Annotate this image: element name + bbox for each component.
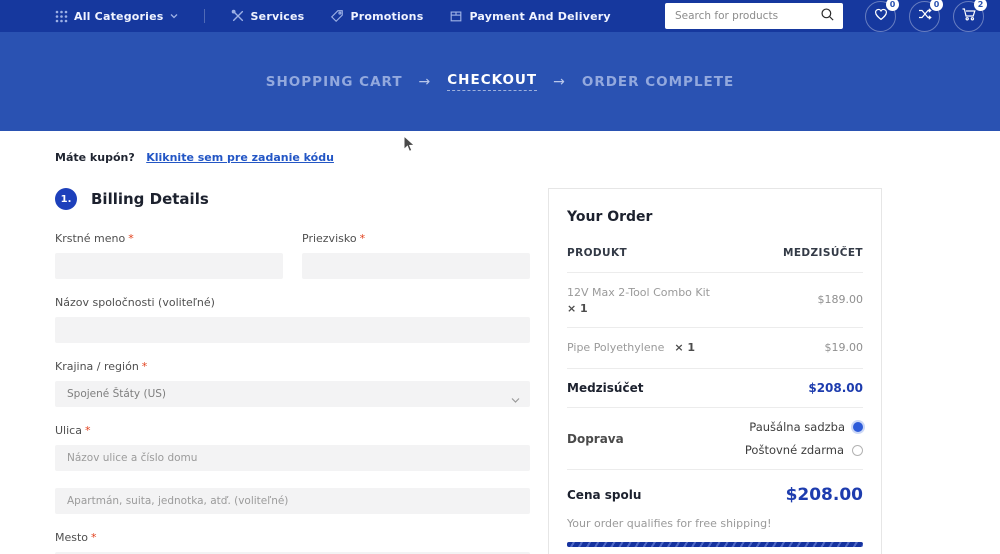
arrow-right-icon: → — [418, 73, 432, 90]
shipping-option-flat-rate[interactable]: Paušálna sadzba — [749, 420, 863, 434]
free-shipping-progress-bar — [567, 542, 863, 547]
last-name-field[interactable] — [302, 253, 530, 279]
arrow-right-icon: → — [553, 73, 566, 90]
subtotal-row: Medzisúčet $208.00 — [567, 369, 863, 408]
shipping-option-label: Paušálna sadzba — [749, 420, 845, 434]
search-input[interactable] — [675, 10, 820, 22]
subtotal-label: Medzisúčet — [567, 381, 644, 395]
search-icon[interactable] — [820, 7, 835, 26]
city-label: Mesto * — [55, 531, 97, 544]
compare-count-badge: 0 — [930, 0, 943, 11]
radio-unselected-icon[interactable] — [852, 444, 863, 456]
compare-button[interactable]: 0 — [909, 0, 943, 32]
tag-icon — [330, 9, 344, 23]
breadcrumb-checkout: CHECKOUT — [447, 72, 538, 91]
billing-header: 1. Billing Details — [55, 188, 530, 210]
shipping-row: Doprava Paušálna sadzba Poštovné zdarma — [567, 408, 863, 470]
nav-all-categories[interactable]: All Categories — [55, 10, 178, 23]
street-label: Ulica * — [55, 424, 91, 437]
item-name: 12V Max 2-Tool Combo Kit — [567, 286, 710, 299]
heart-icon — [873, 6, 889, 26]
shipping-options: Paušálna sadzba Poštovné zdarma — [745, 420, 863, 457]
billing-form: 1. Billing Details Krstné meno * Priezvis… — [55, 188, 530, 554]
company-group: Názov spoločnosti (voliteľné) — [55, 296, 530, 343]
wishlist-button[interactable]: 0 — [865, 0, 899, 32]
first-name-field[interactable] — [55, 253, 283, 279]
top-bar: All Categories Services Promotions Payme… — [0, 0, 1000, 32]
coupon-question: Máte kupón? — [55, 151, 135, 164]
cart-count-badge: 2 — [974, 0, 987, 11]
order-table-header: PRODUKT MEDZISÚČET — [567, 247, 863, 273]
tools-icon — [231, 9, 245, 23]
shipping-label: Doprava — [567, 431, 624, 446]
nav-payment-delivery-label: Payment And Delivery — [469, 9, 611, 23]
breadcrumb-order-complete[interactable]: ORDER COMPLETE — [582, 74, 734, 90]
checkout-content: Máte kupón? Kliknite sem pre zadanie kód… — [0, 131, 1000, 554]
nav-payment-delivery[interactable]: Payment And Delivery — [449, 9, 611, 23]
nav-promotions[interactable]: Promotions — [330, 9, 423, 23]
chevron-down-icon — [170, 13, 178, 19]
total-label: Cena spolu — [567, 488, 642, 502]
nav-promotions-label: Promotions — [350, 9, 424, 23]
nav-all-categories-label: All Categories — [74, 9, 164, 23]
city-group: Mesto * — [55, 531, 530, 554]
search-box — [665, 3, 843, 29]
order-item-row: 12V Max 2-Tool Combo Kit × 1 $189.00 — [567, 273, 863, 328]
subtotal-column-header: MEDZISÚČET — [783, 247, 863, 259]
coupon-link[interactable]: Kliknite sem pre zadanie kódu — [146, 151, 334, 164]
checkout-hero: SHOPPING CART → CHECKOUT → ORDER COMPLET… — [0, 32, 1000, 152]
shuffle-icon — [917, 6, 933, 26]
header-action-buttons: 0 0 2 — [865, 0, 987, 32]
required-mark: * — [128, 232, 134, 245]
order-item-row: Pipe Polyethylene × 1 $19.00 — [567, 328, 864, 369]
total-value: $208.00 — [785, 485, 863, 505]
street2-group — [55, 488, 530, 514]
shipping-option-free[interactable]: Poštovné zdarma — [745, 443, 863, 457]
required-mark: * — [359, 232, 366, 245]
required-mark: * — [91, 531, 97, 544]
street-field[interactable] — [55, 445, 530, 471]
country-select[interactable]: Spojené Štáty (US) — [55, 381, 530, 407]
street-group: Ulica * — [55, 424, 530, 471]
total-row: Cena spolu $208.00 — [567, 470, 863, 513]
street2-field[interactable] — [55, 488, 530, 514]
required-mark: * — [141, 360, 148, 373]
item-price: $189.00 — [817, 293, 864, 307]
nav-services-label: Services — [250, 9, 305, 23]
cart-button[interactable]: 2 — [953, 0, 987, 32]
grid-icon — [55, 10, 68, 23]
country-group: Krajina / región * Spojené Štáty (US) — [55, 360, 530, 407]
subtotal-value: $208.00 — [808, 381, 863, 395]
product-column-header: PRODUKT — [567, 247, 628, 259]
last-name-label: Priezvisko * — [302, 232, 366, 245]
billing-title: Billing Details — [91, 190, 209, 208]
first-name-group: Krstné meno * — [55, 232, 283, 279]
last-name-group: Priezvisko * — [302, 232, 530, 279]
free-shipping-note: Your order qualifies for free shipping! — [567, 517, 772, 530]
item-price: $19.00 — [824, 341, 864, 355]
breadcrumb-shopping-cart[interactable]: SHOPPING CART — [266, 74, 403, 90]
breadcrumb: SHOPPING CART → CHECKOUT → ORDER COMPLET… — [266, 72, 734, 91]
nav-services[interactable]: Services — [231, 9, 305, 23]
shipping-option-label: Poštovné zdarma — [744, 443, 844, 457]
item-quantity: × 1 — [567, 301, 588, 315]
step-number-badge: 1. — [55, 188, 77, 210]
nav-divider — [203, 9, 205, 23]
radio-selected-icon[interactable] — [853, 422, 863, 432]
wishlist-count-badge: 0 — [886, 0, 899, 11]
company-field[interactable] — [55, 317, 530, 343]
first-name-label: Krstné meno * — [55, 232, 134, 245]
box-icon — [449, 9, 463, 23]
required-mark: * — [84, 424, 91, 437]
company-label: Názov spoločnosti (voliteľné) — [55, 296, 215, 309]
top-navigation: All Categories Services Promotions Payme… — [55, 9, 665, 23]
order-summary-card: Your Order PRODUKT MEDZISÚČET 12V Max 2-… — [548, 188, 882, 554]
item-quantity: × 1 — [674, 341, 696, 355]
order-title: Your Order — [567, 209, 653, 225]
cart-icon — [961, 6, 977, 26]
coupon-row: Máte kupón? Kliknite sem pre zadanie kód… — [55, 151, 1000, 164]
country-label: Krajina / región * — [55, 360, 148, 373]
chevron-down-icon — [511, 389, 520, 408]
item-name: Pipe Polyethylene — [567, 340, 665, 354]
